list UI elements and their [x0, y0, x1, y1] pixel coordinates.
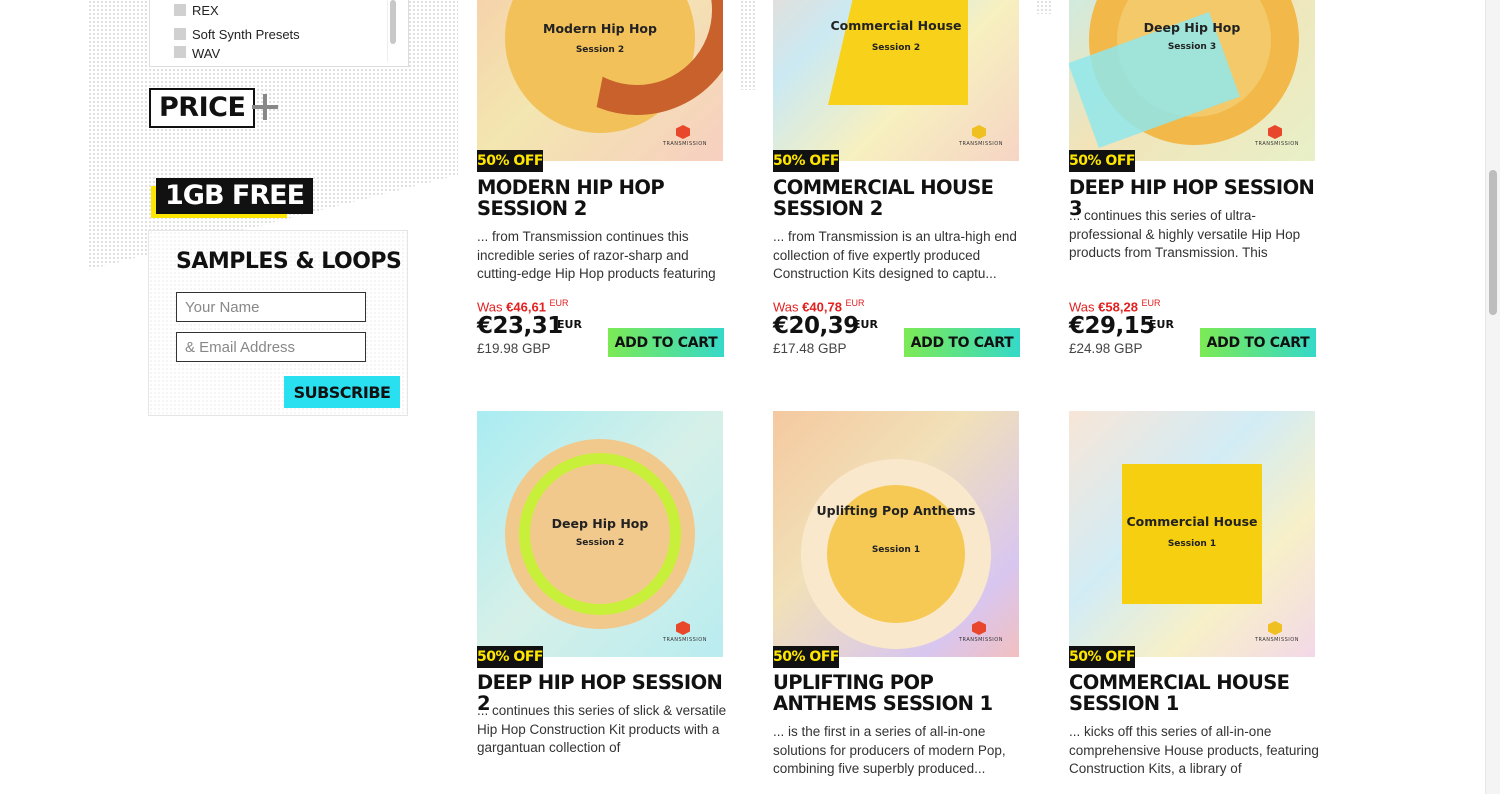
format-option-rex[interactable]: REX — [150, 0, 408, 22]
cover-subtitle: Session 2 — [575, 45, 625, 55]
plus-icon[interactable] — [252, 94, 278, 120]
add-to-cart-button[interactable]: ADD TO CART — [904, 328, 1020, 357]
product-description: ... continues this series of slick & ver… — [477, 703, 727, 755]
discount-badge: 50% OFF — [1069, 646, 1135, 668]
cover-subtitle: Session 1 — [871, 545, 921, 555]
product-description: ... from Transmission continues this inc… — [477, 229, 716, 281]
was-price: Was €58,28 EUR — [1069, 298, 1161, 315]
cover-subtitle: Session 2 — [575, 538, 625, 548]
sale-price: €20,39 — [773, 313, 859, 339]
product-title[interactable]: COMMERCIAL HOUSE SESSION 1 — [1069, 672, 1319, 714]
add-to-cart-button[interactable]: ADD TO CART — [1200, 328, 1316, 357]
page-scrollbar-thumb[interactable] — [1489, 170, 1497, 315]
gbp-price: £17.48 GBP — [773, 341, 847, 356]
product-cover-image[interactable]: Deep Hip Hop Session 2 TRANSMISSION — [477, 411, 723, 657]
product-title[interactable]: COMMERCIAL HOUSE SESSION 2 — [773, 177, 1023, 219]
product-title[interactable]: MODERN HIP HOP SESSION 2 — [477, 177, 727, 219]
add-to-cart-button[interactable]: ADD TO CART — [608, 328, 724, 357]
cover-title: Modern Hip Hop — [543, 21, 657, 36]
name-field[interactable] — [176, 292, 366, 322]
newsletter-signup: SAMPLES & LOOPS SUBSCRIBE — [148, 230, 408, 416]
brand-logo: TRANSMISSION — [1255, 125, 1298, 147]
brand-logo: TRANSMISSION — [663, 621, 706, 643]
cover-subtitle: Session 2 — [871, 43, 921, 53]
gbp-price: £24.98 GBP — [1069, 341, 1143, 356]
sale-price: €29,15 — [1069, 313, 1155, 339]
email-field[interactable] — [176, 332, 366, 362]
price-currency: EUR — [557, 318, 582, 331]
subscribe-button[interactable]: SUBSCRIBE — [284, 376, 400, 408]
product-description: ... from Transmission is an ultra-high e… — [773, 229, 1017, 281]
dotted-background — [1036, 0, 1052, 14]
format-option-soft-synth-presets[interactable]: Soft Synth Presets — [150, 22, 408, 46]
product-cover-image[interactable]: Deep Hip Hop Session 3 TRANSMISSION — [1069, 0, 1315, 161]
cover-title: Deep Hip Hop — [551, 516, 649, 531]
cover-subtitle: Session 1 — [1167, 539, 1217, 549]
discount-badge: 50% OFF — [1069, 150, 1135, 172]
product-description: ... is the first in a series of all-in-o… — [773, 724, 1006, 776]
cover-subtitle: Session 3 — [1167, 42, 1217, 52]
product-cover-image[interactable]: Modern Hip Hop Session 2 TRANSMISSION — [477, 0, 723, 161]
format-option-label: WAV — [192, 46, 221, 60]
brand-logo: TRANSMISSION — [1255, 621, 1298, 643]
cover-title: Commercial House — [830, 18, 962, 33]
was-price: Was €40,78 EUR — [773, 298, 865, 315]
cover-title: Deep Hip Hop — [1143, 20, 1241, 35]
product-description: ... continues this series of ultra-profe… — [1069, 208, 1301, 260]
page-scrollbar-track[interactable] — [1485, 0, 1500, 794]
newsletter-heading: SAMPLES & LOOPS — [176, 249, 402, 274]
gbp-price: £19.98 GBP — [477, 341, 551, 356]
format-filter-list[interactable]: REX Soft Synth Presets WAV — [149, 0, 409, 67]
checkbox[interactable] — [174, 28, 186, 40]
was-price: Was €46,61 EUR — [477, 298, 569, 315]
product-cover-image[interactable]: Uplifting Pop Anthems Session 1 TRANSMIS… — [773, 411, 1019, 657]
discount-badge: 50% OFF — [477, 646, 543, 668]
product-description: ... kicks off this series of all-in-one … — [1069, 724, 1319, 776]
price-filter-heading[interactable]: PRICE — [149, 88, 256, 128]
product-title[interactable]: UPLIFTING POP ANTHEMS SESSION 1 — [773, 672, 1023, 714]
discount-badge: 50% OFF — [477, 150, 543, 172]
brand-logo: TRANSMISSION — [959, 125, 1002, 147]
list-scrollbar-thumb[interactable] — [390, 0, 396, 44]
brand-logo: TRANSMISSION — [959, 621, 1002, 643]
price-currency: EUR — [853, 318, 878, 331]
cover-title: Uplifting Pop Anthems — [816, 503, 976, 518]
checkbox[interactable] — [174, 4, 186, 16]
checkbox[interactable] — [174, 46, 186, 58]
price-currency: EUR — [1149, 318, 1174, 331]
brand-logo: TRANSMISSION — [663, 125, 706, 147]
format-option-label: REX — [192, 2, 219, 18]
product-cover-image[interactable]: Commercial House Session 1 TRANSMISSION — [1069, 411, 1315, 657]
cover-title: Commercial House — [1126, 514, 1258, 529]
product-cover-image[interactable]: Commercial House Session 2 TRANSMISSION — [773, 0, 1019, 161]
format-option-wav[interactable]: WAV — [150, 46, 408, 60]
discount-badge: 50% OFF — [773, 150, 839, 172]
free-download-badge: 1GB FREE — [156, 178, 314, 214]
format-option-label: Soft Synth Presets — [192, 26, 300, 42]
sale-price: €23,31 — [477, 313, 563, 339]
dotted-background — [740, 0, 756, 90]
discount-badge: 50% OFF — [773, 646, 839, 668]
